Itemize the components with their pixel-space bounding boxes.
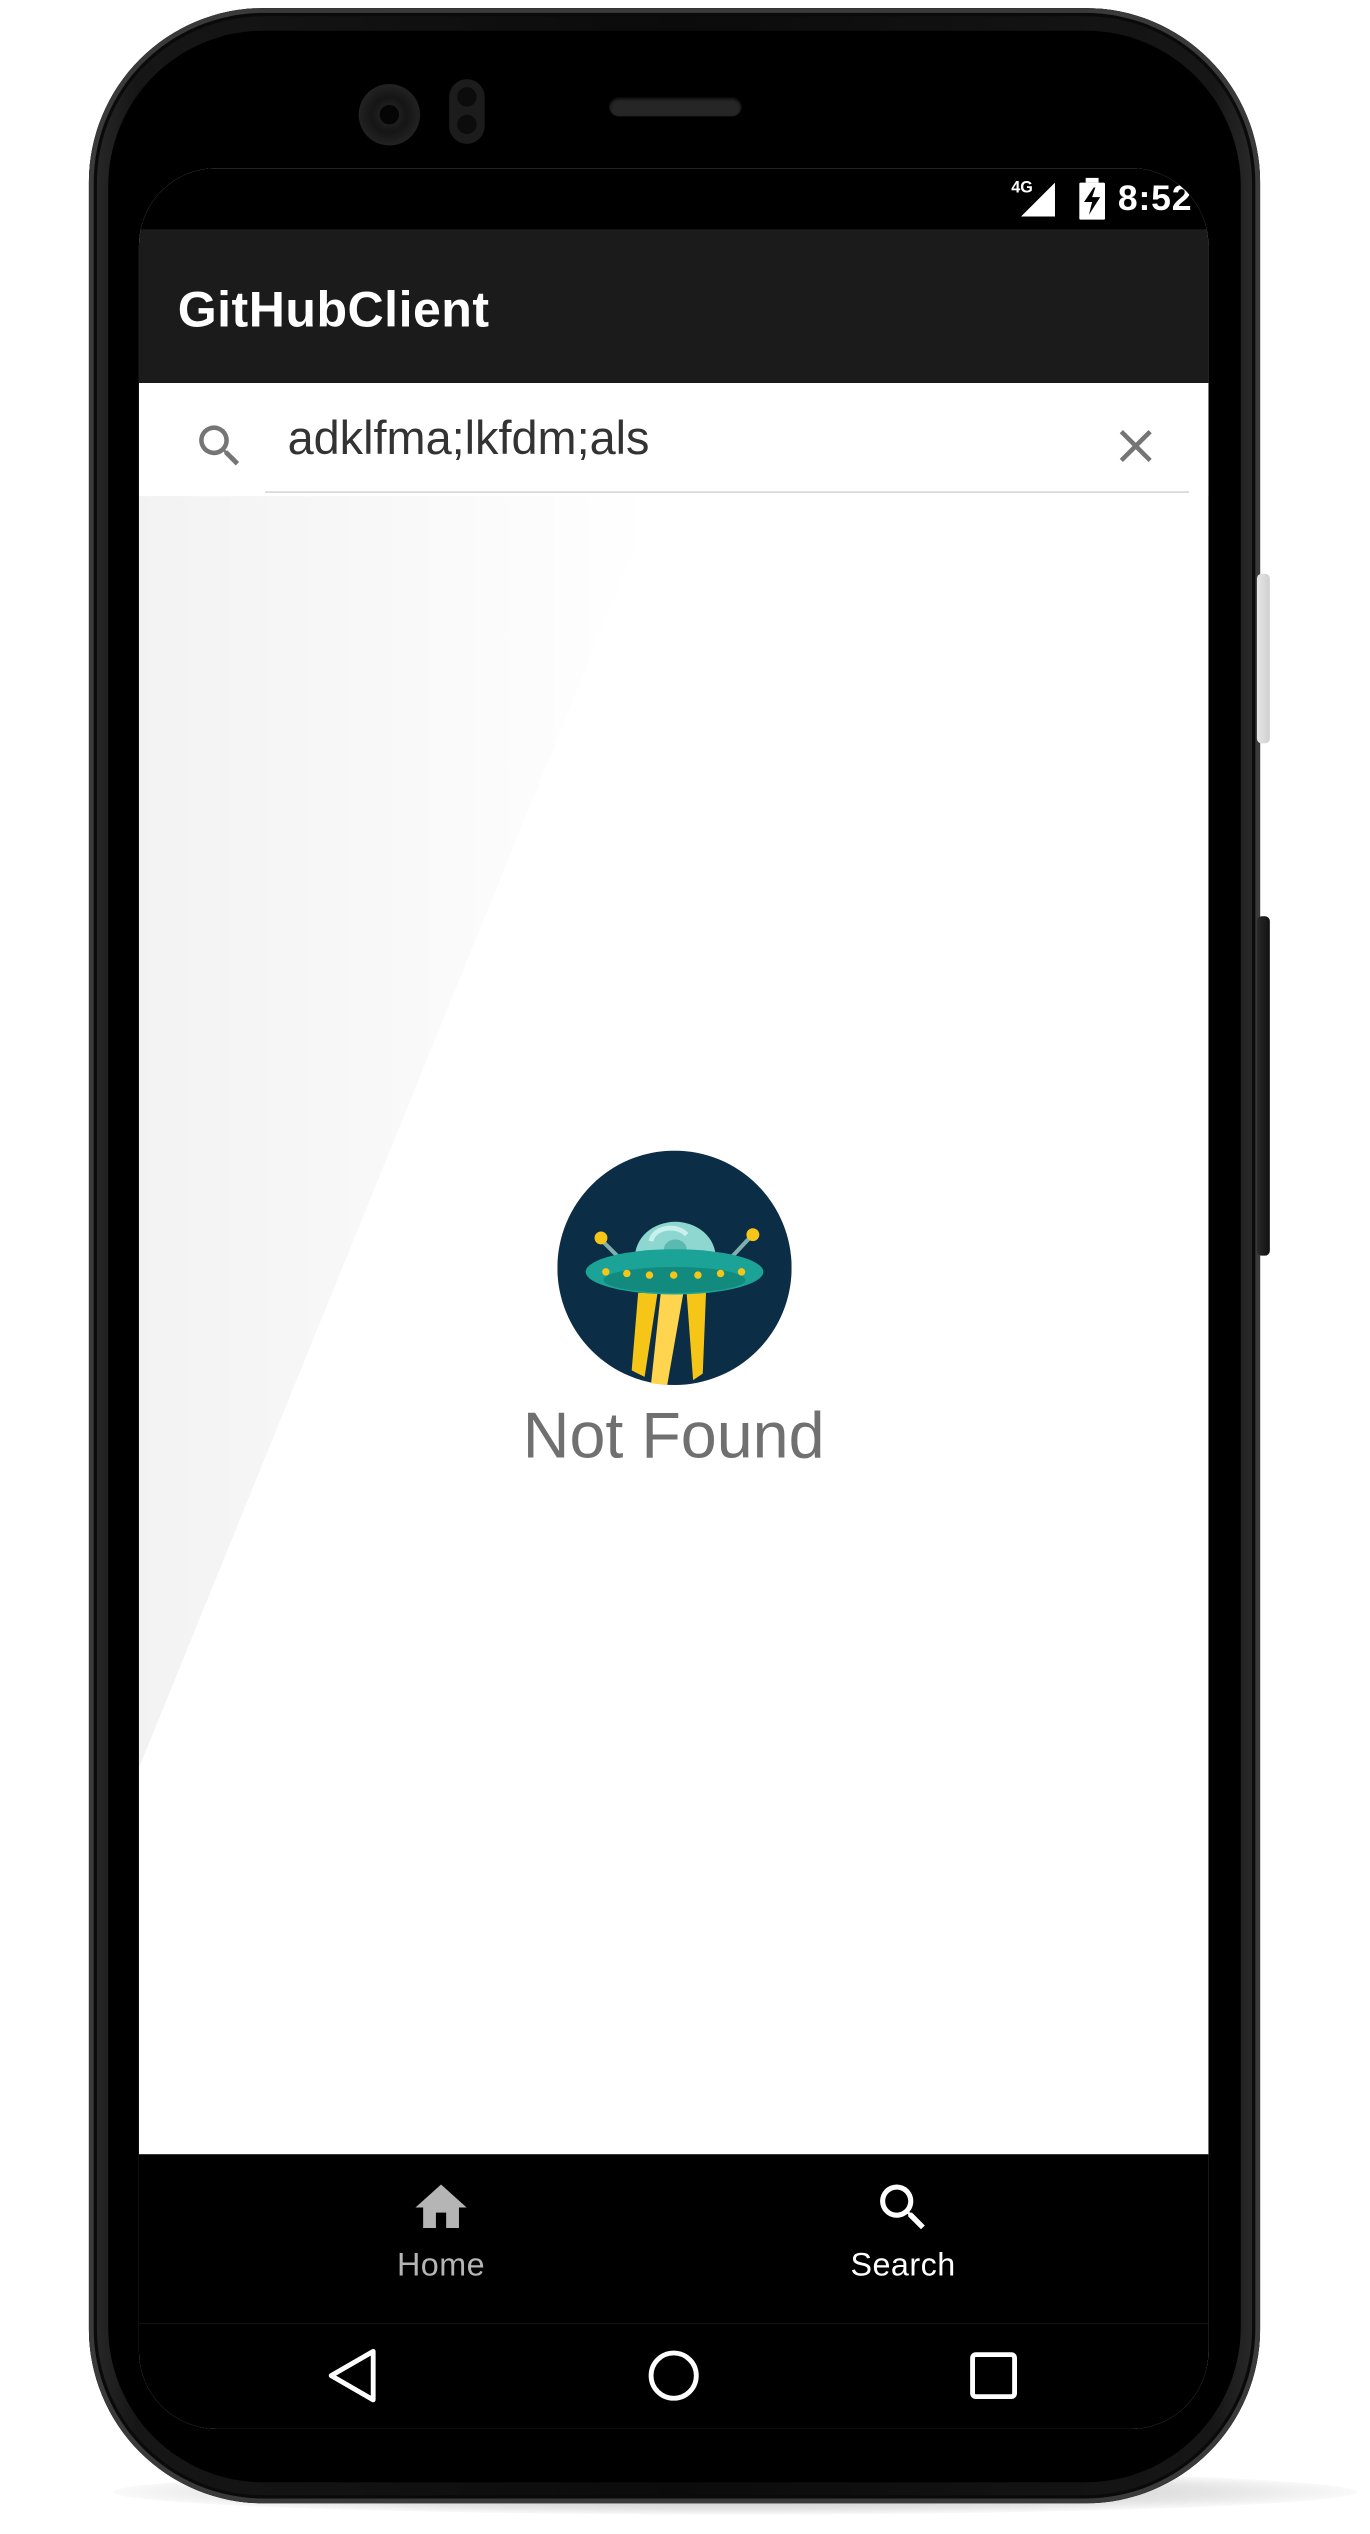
volume-button[interactable] bbox=[1256, 916, 1270, 1256]
earpiece-speaker bbox=[609, 96, 742, 117]
search-icon bbox=[192, 419, 247, 474]
proximity-sensor bbox=[449, 79, 485, 144]
device-frame: 4G 8:52 GitHubClient adklfma;lkfdm;als N… bbox=[0, 0, 1370, 2534]
status-bar: 4G 8:52 bbox=[138, 168, 1209, 230]
home-icon bbox=[415, 2184, 467, 2229]
search-icon bbox=[880, 2184, 925, 2230]
bottom-navigation: Home Search bbox=[138, 2154, 1209, 2324]
app-title: GitHubClient bbox=[177, 281, 490, 338]
system-navigation-bar bbox=[138, 2323, 1209, 2429]
recents-button[interactable] bbox=[961, 2343, 1026, 2408]
empty-state: Not Found bbox=[139, 1150, 1209, 1474]
home-circle-icon bbox=[648, 2350, 699, 2401]
back-button[interactable] bbox=[321, 2343, 386, 2408]
clear-search-button[interactable] bbox=[1108, 419, 1163, 474]
nav-item-home[interactable]: Home bbox=[296, 2177, 587, 2306]
search-input-underline bbox=[264, 491, 1190, 493]
nav-item-label: Search bbox=[850, 2247, 956, 2284]
nav-item-search[interactable]: Search bbox=[758, 2177, 1049, 2306]
search-bar bbox=[138, 383, 1209, 497]
screen: 4G 8:52 GitHubClient adklfma;lkfdm;als N… bbox=[138, 168, 1209, 2429]
battery-charging-icon bbox=[1079, 177, 1105, 220]
search-input[interactable] bbox=[264, 389, 1073, 490]
status-clock: 8:52 bbox=[1117, 177, 1193, 219]
empty-state-message: Not Found bbox=[522, 1401, 825, 1473]
status-icons: 4G 8:52 bbox=[1011, 175, 1192, 223]
recents-icon bbox=[970, 2352, 1017, 2400]
network-type-label: 4G bbox=[1011, 179, 1033, 198]
system-home-button[interactable] bbox=[641, 2343, 706, 2408]
back-icon bbox=[328, 2348, 376, 2403]
close-icon bbox=[1119, 430, 1152, 463]
front-camera bbox=[358, 84, 421, 146]
cell-signal-icon: 4G bbox=[1011, 179, 1056, 218]
app-bar: GitHubClient bbox=[138, 229, 1209, 384]
nav-item-label: Home bbox=[396, 2247, 486, 2284]
ufo-icon bbox=[556, 1150, 791, 1385]
power-button[interactable] bbox=[1256, 573, 1270, 744]
